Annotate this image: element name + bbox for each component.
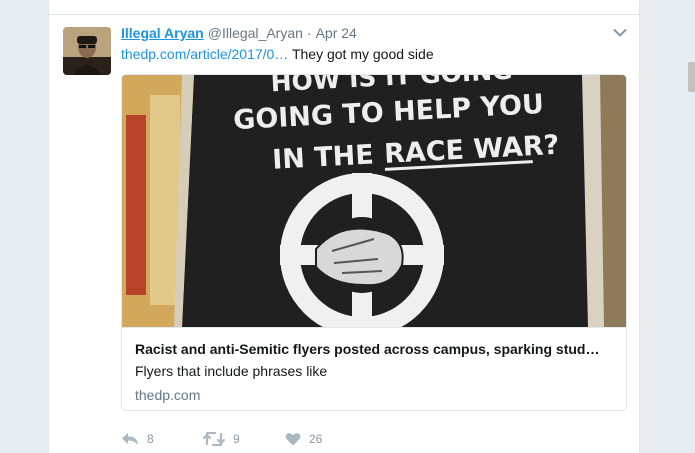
tweet-actions: 8 9 26 [121,429,322,449]
tweet-text: thedp.com/article/2017/0… They got my go… [121,45,434,63]
separator: · [306,25,312,41]
flyer-line-3-prefix: IN THE [272,139,375,175]
timeline: Illegal Aryan @Illegal_Aryan · Apr 24 th… [48,0,640,453]
like-count: 26 [309,432,323,446]
previous-tweet-edge [49,0,639,15]
author-display-name[interactable]: Illegal Aryan [121,25,204,41]
heart-icon [285,433,301,446]
flyer-photo: HOW IS IT GOING GOING TO HELP YOU IN THE… [122,75,626,327]
page: Illegal Aryan @Illegal_Aryan · Apr 24 th… [0,0,695,453]
avatar-image [63,27,111,75]
card-domain: thedp.com [135,387,201,403]
card-description: Flyers that include phrases like [135,363,328,379]
author-handle[interactable]: @Illegal_Aryan [208,25,303,41]
card-image[interactable]: HOW IS IT GOING GOING TO HELP YOU IN THE… [122,75,626,327]
card-body: Racist and anti-Semitic flyers posted ac… [122,327,626,410]
tweet-header: Illegal Aryan @Illegal_Aryan · Apr 24 [121,25,357,43]
reply-icon [122,433,138,445]
retweet-count: 9 [233,432,240,446]
caret-down-icon[interactable] [613,28,627,38]
reply-count: 8 [147,432,154,446]
tweet-timestamp[interactable]: Apr 24 [316,25,357,41]
scrollbar-thumb[interactable] [688,62,695,92]
card-title[interactable]: Racist and anti-Semitic flyers posted ac… [135,340,614,358]
retweet-icon [203,432,225,446]
tweet[interactable]: Illegal Aryan @Illegal_Aryan · Apr 24 th… [49,16,639,453]
retweet-button[interactable]: 9 [203,432,285,446]
tweet-link[interactable]: thedp.com/article/2017/0… [121,46,288,62]
like-button[interactable]: 26 [285,432,322,446]
avatar[interactable] [63,27,111,75]
tweet-body: They got my good side [291,46,434,62]
reply-button[interactable]: 8 [121,432,203,446]
link-card[interactable]: HOW IS IT GOING GOING TO HELP YOU IN THE… [121,74,627,411]
